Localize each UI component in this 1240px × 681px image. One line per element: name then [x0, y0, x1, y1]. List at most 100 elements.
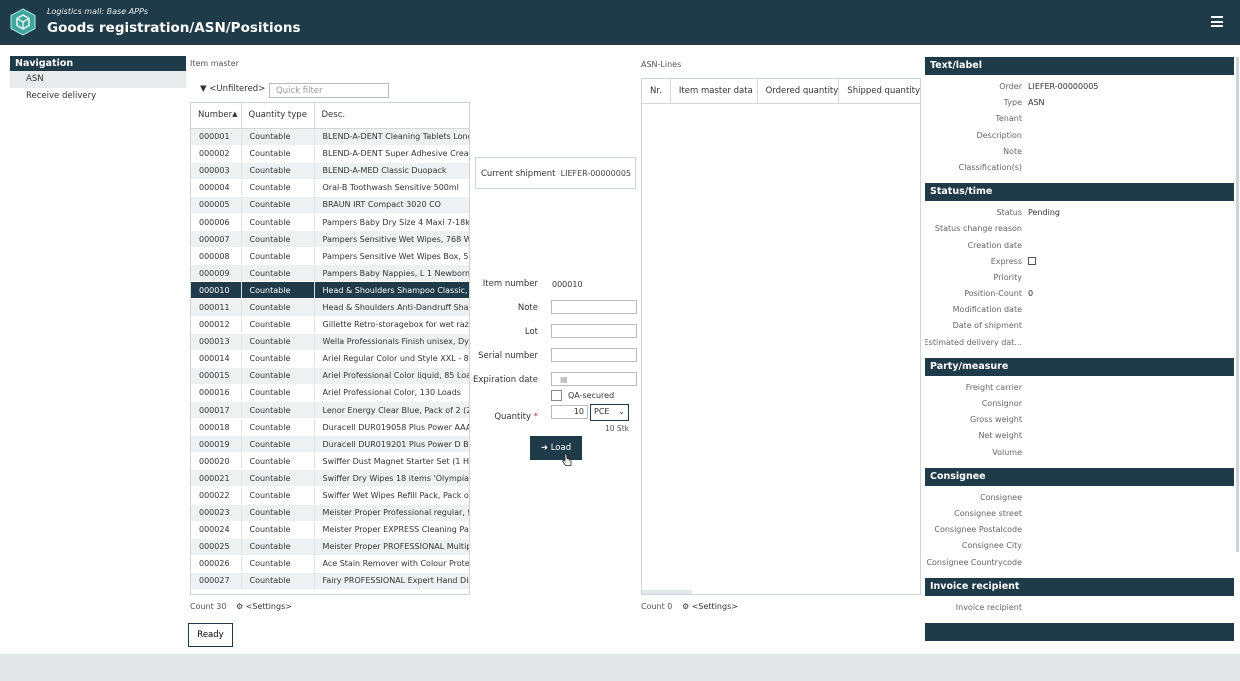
- table-row[interactable]: 000018 Countable Duracell DUR019058 Plus P…: [191, 418, 469, 437]
- cell-desc: BLEND-A-DENT Cleaning Tablets Long: [314, 128, 469, 146]
- column-header-shipped-quantity[interactable]: Shipped quantity: [839, 79, 920, 103]
- section-header: Text/label: [925, 57, 1234, 75]
- table-row[interactable]: 000023 Countable Meister Proper Profession…: [191, 504, 469, 522]
- table-row[interactable]: 000017 Countable Lenor Energy Clear Blue, …: [191, 401, 469, 420]
- detail-label: Note: [1003, 146, 1022, 156]
- table-row[interactable]: 000003 Countable BLEND-A-MED Classic Duopa…: [191, 162, 469, 180]
- required-marker: *: [533, 412, 538, 422]
- detail-row: Freight carrier: [925, 380, 1234, 396]
- settings-label: <Settings>: [245, 602, 292, 611]
- column-header-number[interactable]: Number▲: [191, 103, 242, 129]
- detail-label: Position-Count: [964, 289, 1022, 299]
- table-row[interactable]: 000009 Countable Pampers Baby Nappies, L 1…: [191, 264, 469, 283]
- cell-quantity-type: Countable: [241, 316, 315, 334]
- detail-row: Express: [925, 254, 1234, 270]
- detail-label: Gross weight: [969, 415, 1022, 425]
- detail-row: Note: [925, 144, 1234, 160]
- detail-row: Classification(s): [925, 160, 1234, 176]
- detail-value: Pending: [1028, 208, 1060, 218]
- calendar-icon[interactable]: ▦: [560, 375, 568, 384]
- table-row[interactable]: 000019 Countable Duracell DUR019201 Plus P…: [191, 435, 469, 454]
- column-header-item-master-data[interactable]: Item master data: [671, 79, 758, 103]
- note-label: Note: [517, 303, 538, 313]
- settings-button[interactable]: ⚙ <Settings>: [236, 602, 292, 611]
- quick-filter-input[interactable]: [269, 83, 389, 98]
- table-row[interactable]: 000024 Countable Meister Proper EXPRESS Cl…: [191, 521, 469, 539]
- note-input[interactable]: [551, 300, 637, 314]
- table-row[interactable]: 000005 Countable BRAUN IRT Compact 3020 CO: [191, 196, 469, 214]
- table-row[interactable]: 000025 Countable Meister Proper PROFESSION…: [191, 538, 469, 556]
- current-shipment-label: Current shipment: [481, 169, 556, 179]
- cell-desc: Ace Stain Remover with Colour Protec: [314, 555, 469, 573]
- table-row[interactable]: 000002 Countable BLEND-A-DENT Super Adhesi…: [191, 145, 469, 163]
- table-row[interactable]: 000013 Countable Wella Professionals Finis…: [191, 333, 469, 351]
- table-row[interactable]: 000022 Countable Swiffer Wet Wipes Refill …: [191, 486, 469, 505]
- column-header-desc[interactable]: Desc.: [314, 103, 469, 129]
- details-panel: Text/label Order LIEFER-00000005 Type ASN Ten…: [925, 57, 1234, 647]
- detail-label: Freight carrier: [965, 382, 1022, 392]
- gear-icon: ⚙: [236, 602, 244, 611]
- unit-select[interactable]: PCE ⌄: [590, 404, 629, 421]
- app-logo-icon: [10, 8, 36, 36]
- detail-label: Status: [996, 208, 1023, 218]
- cell-quantity-type: Countable: [241, 504, 315, 522]
- filter-button[interactable]: ▼ <Unfiltered>: [200, 84, 265, 94]
- asn-grid-header: Nr. Item master data Ordered quantity Sh…: [642, 79, 920, 104]
- table-row[interactable]: 000012 Countable Gillette Retro-storagebox…: [191, 316, 469, 334]
- cell-quantity-type: Countable: [241, 350, 315, 368]
- express-checkbox[interactable]: [1028, 256, 1036, 265]
- current-shipment-value: LIEFER-00000005: [560, 169, 631, 178]
- load-label: Load: [550, 443, 572, 453]
- detail-label: Invoice recipient: [955, 602, 1022, 612]
- ready-button[interactable]: Ready: [188, 623, 233, 647]
- horizontal-scrollbar[interactable]: [642, 590, 692, 594]
- cell-quantity-type: Countable: [241, 179, 315, 197]
- cell-number: 000024: [191, 521, 242, 539]
- detail-label: Consignor: [981, 399, 1022, 408]
- serial-number-input[interactable]: [551, 348, 637, 362]
- lot-input[interactable]: [551, 324, 637, 338]
- table-row[interactable]: 000016 Countable Ariel Professional Color,…: [191, 384, 469, 403]
- cell-number: 000010: [191, 281, 242, 300]
- cell-number: 000016: [191, 384, 242, 403]
- detail-label: Date of shipment: [952, 321, 1022, 331]
- table-row[interactable]: 000020 Countable Swiffer Dust Magnet Start…: [191, 452, 469, 471]
- table-row[interactable]: 000004 Countable Oral-B Toothwash Sensitiv…: [191, 179, 469, 197]
- hamburger-menu-icon[interactable]: [1211, 16, 1223, 28]
- cell-quantity-type: Countable: [241, 333, 315, 351]
- nav-item-receive-delivery[interactable]: Receive delivery: [10, 88, 186, 105]
- cell-number: 000019: [191, 435, 242, 454]
- table-row[interactable]: 000007 Countable Pampers Sensitive Wet Wip…: [191, 230, 469, 249]
- table-row[interactable]: 000001 Countable BLEND-A-DENT Cleaning Tab…: [191, 128, 469, 146]
- vertical-scrollbar[interactable]: [1236, 57, 1239, 552]
- detail-label: Consignee Postalcode: [934, 525, 1022, 535]
- column-header-nr[interactable]: Nr.: [642, 79, 671, 103]
- table-row[interactable]: 000015 Countable Ariel Professional Color …: [191, 367, 469, 385]
- detail-value: LIEFER-00000005: [1028, 82, 1099, 91]
- cell-quantity-type: Countable: [241, 401, 315, 420]
- table-row[interactable]: 000010 Countable Head & Shoulders Shampoo …: [191, 281, 469, 300]
- table-row[interactable]: 000021 Countable Swiffer Dry Wipes 18 item…: [191, 469, 469, 488]
- table-row[interactable]: 000026 Countable Ace Stain Remover with Co…: [191, 555, 469, 573]
- column-header-quantity-type[interactable]: Quantity type: [241, 103, 315, 129]
- cell-desc: Ariel Professional Color liquid, 85 Load: [314, 367, 469, 385]
- current-shipment-box: Current shipment LIEFER-00000005: [475, 157, 636, 189]
- cell-desc: Head & Shoulders Shampoo Classic, Pa: [314, 281, 469, 300]
- table-row[interactable]: 000014 Countable Ariel Regular Color und S…: [191, 350, 469, 368]
- asn-settings-button[interactable]: ⚙ <Settings>: [682, 602, 738, 611]
- table-row[interactable]: 000027 Countable Fairy PROFESSIONAL Expert…: [191, 572, 469, 591]
- table-row[interactable]: 000008 Countable Pampers Sensitive Wet Wip…: [191, 247, 469, 266]
- detail-label: Creation date: [967, 240, 1022, 250]
- app-subtitle: Logistics mall: Base APPs: [47, 7, 148, 16]
- table-row[interactable]: 000011 Countable Head & Shoulders Anti-Dan…: [191, 298, 469, 317]
- column-header-ordered-quantity[interactable]: Ordered quantity: [758, 79, 840, 103]
- qa-secured-checkbox[interactable]: [551, 390, 562, 401]
- item-master-grid: Number▲ Quantity type Desc. 000001 Counta…: [190, 102, 470, 595]
- quantity-input[interactable]: 10: [551, 405, 588, 419]
- table-row[interactable]: 000006 Countable Pampers Baby Dry Size 4 M…: [191, 213, 469, 232]
- nav-item-asn[interactable]: ASN: [10, 71, 186, 88]
- cell-desc: Pampers Sensitive Wet Wipes, 768 We: [314, 230, 469, 249]
- load-button[interactable]: ➜ Load: [530, 436, 582, 460]
- cell-number: 000013: [191, 333, 242, 351]
